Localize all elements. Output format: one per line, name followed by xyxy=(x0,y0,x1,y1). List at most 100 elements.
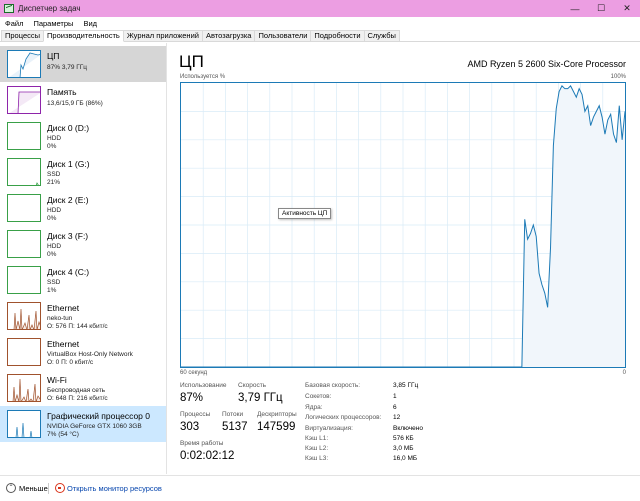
tab-details[interactable]: Подробности xyxy=(310,30,365,41)
network-thumbnail xyxy=(7,338,41,366)
handles-value: 147599 xyxy=(257,421,296,433)
sidebar-item-value: О: 0 П: 0 кбит/с xyxy=(47,359,94,366)
sidebar-item-label: ЦП xyxy=(47,51,60,61)
threads-label: Потоки xyxy=(222,411,244,418)
minimize-button[interactable]: — xyxy=(562,0,588,17)
sidebar-item-ethernet-vbox[interactable]: Ethernet VirtualBox Host-Only Network О:… xyxy=(0,334,166,370)
graph-min-label: 0 xyxy=(622,370,626,376)
maximize-button[interactable]: ☐ xyxy=(588,0,614,17)
menu-file[interactable]: Файл xyxy=(0,19,28,28)
sidebar-item-disk-1[interactable]: Диск 1 (G:) SSD 21% xyxy=(0,154,166,190)
utilization-value: 87% xyxy=(180,392,204,404)
sidebar-item-adapter: neko-tun xyxy=(47,315,73,322)
disk-thumbnail xyxy=(7,230,41,258)
sidebar-item-value: 0% xyxy=(47,251,57,258)
sidebar-item-gpu[interactable]: Графический процессор 0 NVIDIA GeForce G… xyxy=(0,406,166,442)
page-title: ЦП xyxy=(179,52,204,71)
sidebar-item-label: Диск 3 (F:) xyxy=(47,231,89,241)
tab-performance[interactable]: Производительность xyxy=(43,30,124,42)
sidebar-item-label: Ethernet xyxy=(47,303,80,313)
sidebar-item-cpu[interactable]: ЦП 87% 3,79 ГГц xyxy=(0,46,166,82)
sidebar-item-memory[interactable]: Память 13,6/15,9 ГБ (86%) xyxy=(0,82,166,118)
sidebar-item-label: Диск 0 (D:) xyxy=(47,123,90,133)
base-speed-label: Базовая скорость: xyxy=(305,382,361,389)
sockets-value: 1 xyxy=(393,393,397,400)
sidebar-item-disk-3[interactable]: Диск 3 (F:) HDD 0% xyxy=(0,226,166,262)
sidebar-item-adapter: VirtualBox Host-Only Network xyxy=(47,351,133,358)
uptime-value: 0:02:02:12 xyxy=(180,450,235,462)
sidebar-item-label: Диск 2 (E:) xyxy=(47,195,89,205)
handles-label: Дескрипторы xyxy=(257,411,297,418)
tab-processes[interactable]: Процессы xyxy=(1,30,45,41)
l2-cache-label: Кэш L2: xyxy=(305,445,329,452)
sidebar-item-type: SSD xyxy=(47,279,61,286)
menu-options[interactable]: Параметры xyxy=(28,19,78,28)
disk-thumbnail xyxy=(7,122,41,150)
virtualization-value: Включено xyxy=(393,425,423,432)
tab-strip: Процессы Производительность Журнал прило… xyxy=(0,30,640,42)
sidebar-item-label: Ethernet xyxy=(47,339,80,349)
processor-name: AMD Ryzen 5 2600 Six-Core Processor xyxy=(467,59,626,69)
menu-view[interactable]: Вид xyxy=(78,19,102,28)
graph-tooltip: Активность ЦП xyxy=(278,208,332,219)
sidebar-item-value: О: 576 П: 144 кбит/с xyxy=(47,323,108,330)
title-bar: Диспетчер задач — ☐ ✕ xyxy=(0,0,640,17)
sidebar-item-value: 7% (54 °C) xyxy=(47,431,79,438)
network-thumbnail xyxy=(7,302,41,330)
sidebar-item-disk-0[interactable]: Диск 0 (D:) HDD 0% xyxy=(0,118,166,154)
sidebar-item-disk-4[interactable]: Диск 4 (C:) SSD 1% xyxy=(0,262,166,298)
base-speed-value: 3,85 ГГц xyxy=(393,382,419,389)
open-resource-monitor-link[interactable]: Открыть монитор ресурсов xyxy=(67,484,162,493)
sidebar-item-value: 0% xyxy=(47,215,57,222)
fewer-details-link[interactable]: Меньше xyxy=(19,484,48,493)
tab-startup[interactable]: Автозагрузка xyxy=(201,30,256,41)
uptime-label: Время работы xyxy=(180,440,224,447)
sidebar-item-type: HDD xyxy=(47,207,62,214)
cores-value: 6 xyxy=(393,404,397,411)
sidebar-item-value: 21% xyxy=(47,179,61,186)
task-manager-icon xyxy=(4,4,14,13)
divider xyxy=(48,483,49,494)
gpu-thumbnail xyxy=(7,410,41,438)
sidebar-item-type: SSD xyxy=(47,171,61,178)
resource-sidebar: ЦП 87% 3,79 ГГц Память 13,6/15,9 ГБ (86%… xyxy=(0,43,167,474)
logical-processors-value: 12 xyxy=(393,414,401,421)
window-title: Диспетчер задач xyxy=(18,4,81,13)
l1-cache-value: 576 КБ xyxy=(393,435,414,442)
window-controls: — ☐ ✕ xyxy=(562,0,640,17)
close-button[interactable]: ✕ xyxy=(614,0,640,17)
tab-users[interactable]: Пользователи xyxy=(254,30,312,41)
menu-bar: Файл Параметры Вид xyxy=(0,17,640,30)
sidebar-item-label: Диск 4 (C:) xyxy=(47,267,90,277)
disk-thumbnail xyxy=(7,194,41,222)
sidebar-item-label: Диск 1 (G:) xyxy=(47,159,90,169)
chevron-up-icon[interactable]: ⌃ xyxy=(6,483,16,493)
tab-services[interactable]: Службы xyxy=(363,30,400,41)
sockets-label: Сокетов: xyxy=(305,393,332,400)
l3-cache-value: 16,0 МБ xyxy=(393,455,418,462)
speed-value: 3,79 ГГц xyxy=(238,392,283,404)
threads-value: 5137 xyxy=(222,421,248,433)
disk-thumbnail xyxy=(7,158,41,186)
cpu-usage-graph[interactable]: Активность ЦП xyxy=(180,82,626,368)
sidebar-item-wifi[interactable]: Wi-Fi Беспроводная сеть О: 648 П: 216 кб… xyxy=(0,370,166,406)
network-thumbnail xyxy=(7,374,41,402)
logical-processors-label: Логических процессоров: xyxy=(305,414,382,421)
resource-monitor-icon[interactable] xyxy=(55,483,65,493)
speed-label: Скорость xyxy=(238,382,267,389)
processes-value: 303 xyxy=(180,421,200,433)
sidebar-item-label: Память xyxy=(47,87,77,97)
cpu-detail-panel: ЦП AMD Ryzen 5 2600 Six-Core Processor И… xyxy=(168,43,640,474)
sidebar-item-value: 13,6/15,9 ГБ (86%) xyxy=(47,100,103,107)
sidebar-item-disk-2[interactable]: Диск 2 (E:) HDD 0% xyxy=(0,190,166,226)
sidebar-item-value: 0% xyxy=(47,143,57,150)
tab-app-history[interactable]: Журнал приложений xyxy=(122,30,203,41)
graph-y-label: Используется % xyxy=(180,74,226,80)
memory-thumbnail xyxy=(7,86,41,114)
processes-label: Процессы xyxy=(180,411,211,418)
sidebar-item-adapter: NVIDIA GeForce GTX 1060 3GB xyxy=(47,423,142,430)
sidebar-item-type: HDD xyxy=(47,243,62,250)
sidebar-item-ethernet-neko[interactable]: Ethernet neko-tun О: 576 П: 144 кбит/с xyxy=(0,298,166,334)
sidebar-item-type: HDD xyxy=(47,135,62,142)
cpu-graph-svg xyxy=(181,83,626,368)
